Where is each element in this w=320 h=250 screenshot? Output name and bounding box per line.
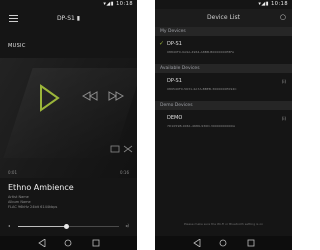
info-icon[interactable]: (i)	[282, 116, 286, 121]
close-icon[interactable]: ○	[280, 13, 286, 21]
device-name: DP-S1	[167, 78, 182, 84]
back-icon[interactable]	[38, 239, 46, 247]
volume-fill	[18, 226, 67, 227]
status-bar: ▾◢▮ 10:18	[0, 0, 137, 9]
section-available-devices: Available Devices	[155, 64, 292, 73]
total-time: 0:16	[120, 170, 129, 175]
track-format: FLAC 96kHz 24bit 6144kbps	[8, 205, 58, 209]
section-label: Demo Devices	[160, 103, 193, 108]
recent-apps-icon[interactable]	[247, 239, 255, 247]
volume-track[interactable]	[18, 224, 119, 229]
status-bar: ▾◢▮ 10:18	[155, 0, 292, 9]
player-panel	[0, 58, 137, 178]
player-screen: ▾◢▮ 10:18 DP-S1 ▮ MUSIC 0:01 0:16 Ethno …	[0, 0, 137, 250]
back-icon[interactable]	[193, 239, 201, 247]
device-row[interactable]: DP-S1 089540F0-5631-4A7A-BBEB-3000000E09…	[155, 73, 292, 99]
repeat-icon[interactable]	[110, 145, 120, 153]
recent-apps-icon[interactable]	[92, 239, 100, 247]
checkmark-icon: ✓	[159, 40, 165, 47]
track-artist: Artist Name	[8, 195, 29, 199]
volume-low-icon: ◂	[8, 223, 11, 228]
device-list-header: Device List ○	[155, 9, 292, 27]
device-name: DEMO	[167, 115, 183, 121]
section-my-devices: My Devices	[155, 27, 292, 36]
play-icon[interactable]	[38, 84, 60, 112]
device-title[interactable]: DP-S1 ▮	[0, 15, 137, 22]
device-id: 089540F0-5631-4A7A-BBEB-3000000E094C	[167, 87, 237, 91]
volume-slider[interactable]: ◂ ◂)	[8, 222, 129, 230]
skip-next-icon[interactable]	[108, 91, 124, 101]
section-label: My Devices	[160, 29, 186, 34]
status-icons: ▾◢▮ 10:18	[258, 1, 288, 7]
footer-note: Please make sure the Wi-Fi or Bluetooth …	[183, 222, 264, 226]
device-row[interactable]: ✓ DP-S1 08840F0-9A9A-4964-A8BB-B0000000E…	[155, 36, 292, 62]
device-id: 7D1059B-9061-4689-930D-30000000000A	[167, 124, 236, 128]
home-icon[interactable]	[64, 239, 72, 247]
volume-high-icon: ◂)	[125, 223, 129, 228]
section-label-music: MUSIC	[8, 43, 26, 49]
section-label: Available Devices	[160, 66, 200, 71]
device-name: DP-S1	[167, 41, 182, 47]
volume-knob[interactable]	[64, 224, 70, 229]
status-icons: ▾◢▮ 10:18	[103, 1, 133, 7]
skip-previous-icon[interactable]	[82, 91, 98, 101]
nav-bar	[155, 236, 292, 250]
track-title: Ethno Ambience	[8, 183, 74, 192]
device-list-title: Device List	[207, 14, 240, 21]
nav-bar	[0, 236, 137, 250]
track-album: Album Name	[8, 200, 31, 204]
device-id: 08840F0-9A9A-4964-A8BB-B0000000E8FA	[167, 50, 235, 54]
elapsed-time: 0:01	[8, 170, 17, 175]
device-row[interactable]: DEMO 7D1059B-9061-4689-930D-30000000000A…	[155, 110, 292, 136]
section-demo-devices: Demo Devices	[155, 101, 292, 110]
info-icon[interactable]: (i)	[282, 79, 286, 84]
device-list-screen: ▾◢▮ 10:18 Device List ○ My Devices ✓ DP-…	[155, 0, 292, 250]
app-bar: DP-S1 ▮	[0, 9, 137, 31]
home-icon[interactable]	[219, 239, 227, 247]
shuffle-icon[interactable]	[123, 145, 133, 153]
